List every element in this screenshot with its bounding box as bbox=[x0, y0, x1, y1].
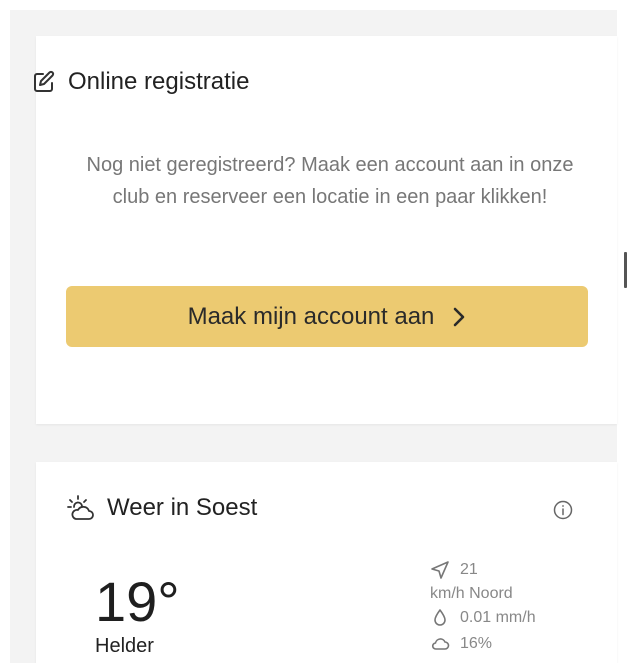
wind-row: 21 bbox=[430, 559, 590, 581]
temperature-value: 19° bbox=[95, 570, 180, 633]
wind-unit: km/h Noord bbox=[430, 585, 513, 602]
edit-icon bbox=[32, 70, 56, 94]
cloud-row: 16% bbox=[430, 633, 590, 655]
page: Online registratie Nog niet geregistreer… bbox=[0, 0, 627, 663]
wind-speed: 21 bbox=[460, 561, 478, 578]
chevron-right-icon bbox=[452, 307, 466, 327]
cloud-cover-value: 16% bbox=[460, 635, 493, 652]
info-icon[interactable] bbox=[553, 500, 573, 520]
precipitation-value: 0.01 mm/h bbox=[460, 609, 536, 626]
weather-condition: Helder bbox=[95, 635, 154, 657]
cloud-icon bbox=[430, 634, 450, 654]
weather-title: Weer in Soest bbox=[107, 494, 258, 521]
registration-header: Online registratie bbox=[32, 67, 249, 97]
sun-cloud-icon bbox=[67, 495, 95, 521]
registration-description: Nog niet geregistreerd? Maak een account… bbox=[86, 154, 574, 208]
weather-header: Weer in Soest bbox=[67, 493, 257, 523]
create-account-button-label: Maak mijn account aan bbox=[187, 302, 435, 330]
weather-stats: 21 km/h Noord 0.01 mm/h 16% bbox=[430, 559, 590, 655]
create-account-button[interactable]: Maak mijn account aan bbox=[66, 286, 588, 347]
precipitation-row: 0.01 mm/h bbox=[430, 607, 590, 629]
wind-direction-icon bbox=[430, 560, 450, 580]
raindrop-icon bbox=[430, 608, 450, 628]
registration-title: Online registratie bbox=[68, 68, 250, 95]
